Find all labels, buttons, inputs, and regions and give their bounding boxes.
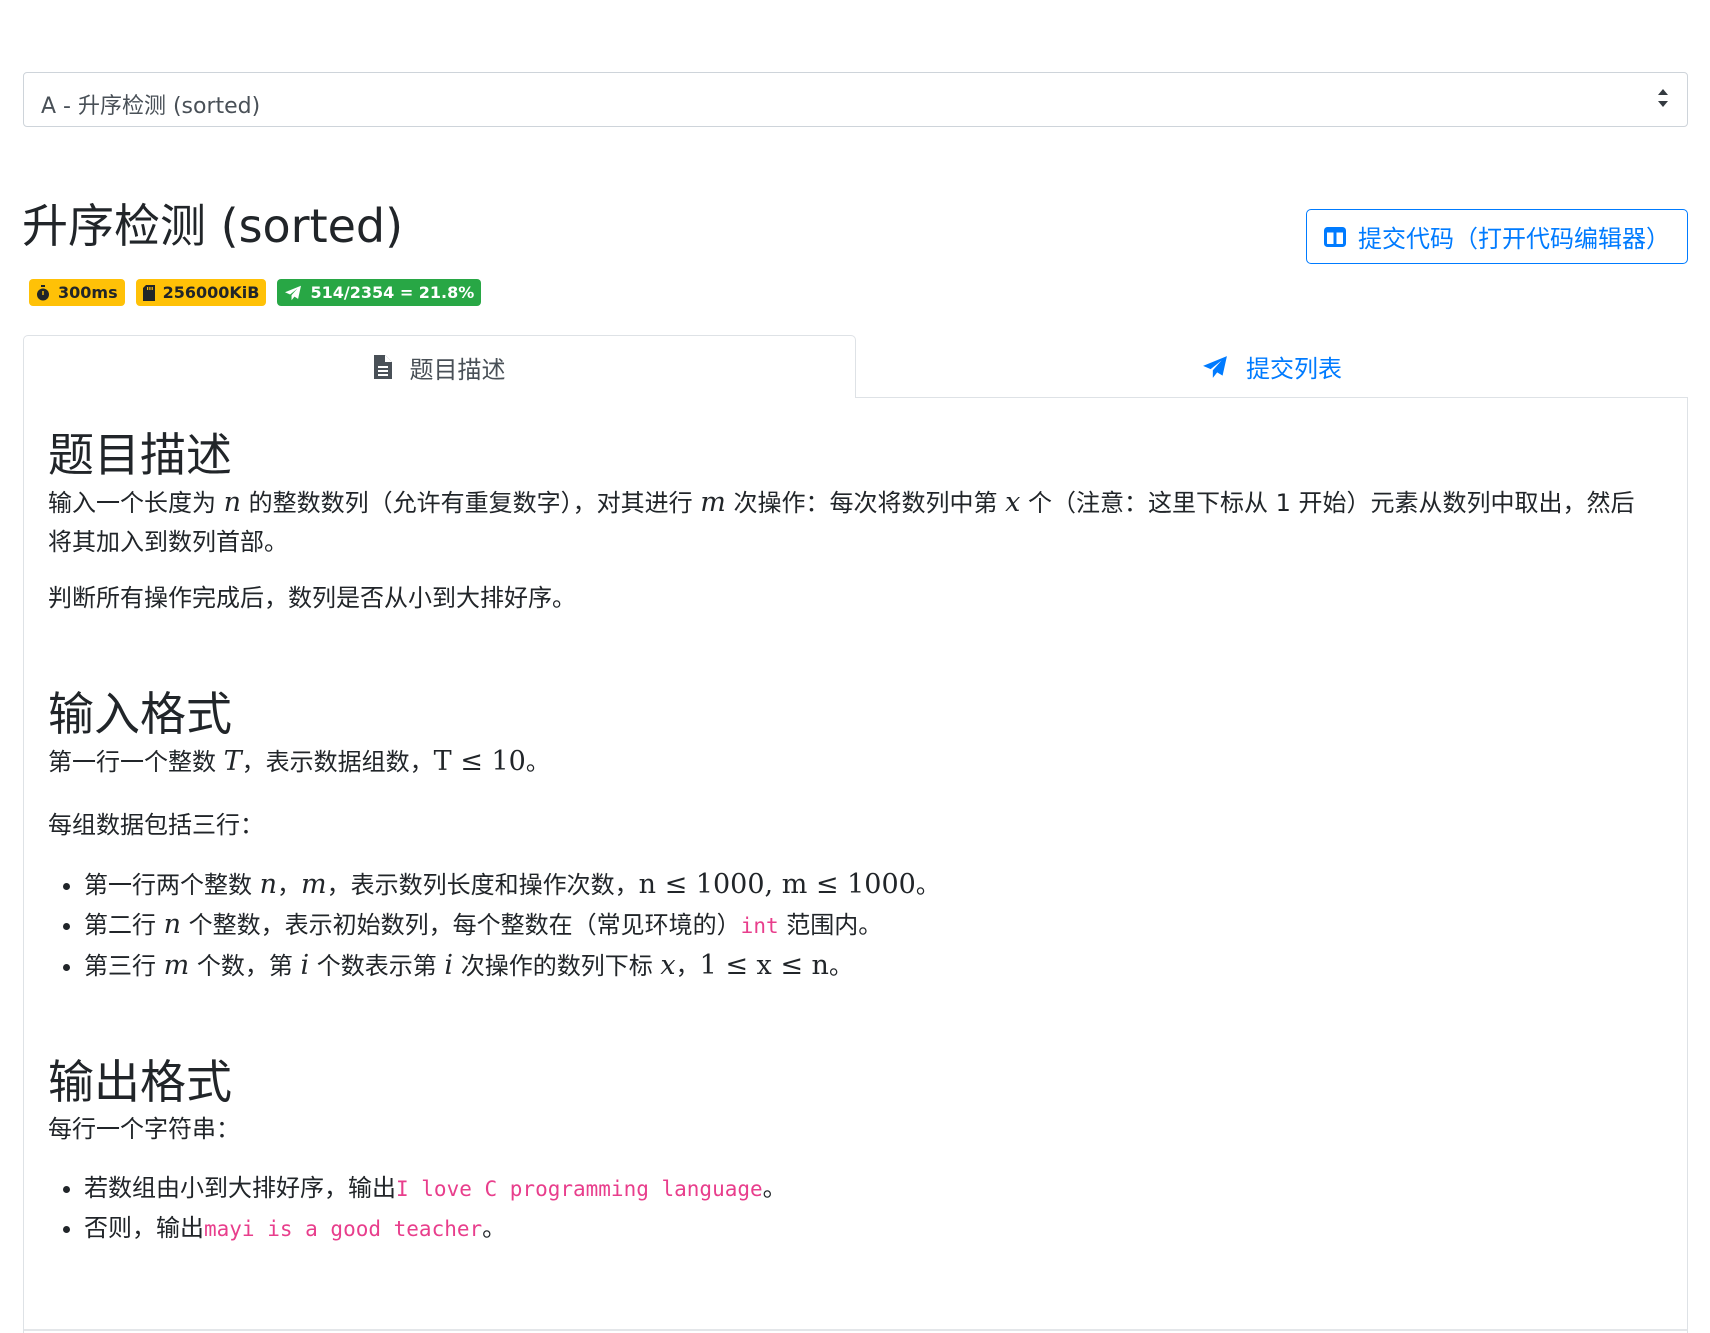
- output-format-list: 若数组由小到大排好序，输出I love C programming langua…: [48, 1169, 1658, 1249]
- text-segment: 第三行: [84, 952, 164, 980]
- list-item: 否则，输出mayi is a good teacher。: [84, 1209, 1658, 1249]
- math-var: n: [259, 869, 278, 900]
- columns-icon: [1324, 226, 1346, 247]
- tab-submissions[interactable]: 提交列表: [856, 335, 1688, 398]
- submit-code-label: 提交代码（打开代码编辑器）: [1358, 225, 1670, 253]
- description-paragraph-2: 判断所有操作完成后，数列是否从小到大排好序。: [48, 584, 576, 612]
- math-var: T: [223, 746, 242, 777]
- problem-select[interactable]: A - 升序检测 (sorted): [23, 72, 1688, 127]
- inline-code: mayi is a good teacher: [204, 1217, 483, 1241]
- math-expr: n ≤ 1000, m ≤ 1000: [638, 869, 916, 900]
- input-format-line-2: 每组数据包括三行：: [48, 811, 264, 839]
- math-var: i: [300, 950, 310, 981]
- memory-limit-text: 256000KiB: [162, 283, 260, 302]
- math-expr: T ≤ 10: [433, 746, 526, 777]
- list-item: 第一行两个整数 n，m，表示数列长度和操作次数，n ≤ 1000, m ≤ 10…: [84, 865, 1658, 905]
- text-segment: 。: [482, 1214, 507, 1242]
- text-segment: ，表示数据组数，: [241, 748, 434, 776]
- math-var: n: [223, 487, 242, 518]
- text-segment: 第一行一个整数: [48, 748, 224, 776]
- input-format-list: 第一行两个整数 n，m，表示数列长度和操作次数，n ≤ 1000, m ≤ 10…: [48, 865, 1658, 986]
- text-segment: 输入一个长度为: [48, 489, 224, 517]
- inline-code: int: [740, 914, 779, 938]
- input-format-heading: 输入格式: [48, 687, 232, 741]
- file-text-icon: [373, 355, 392, 379]
- acceptance-text: 514/2354 = 21.8%: [310, 283, 475, 302]
- list-item: 第二行 n 个整数，表示初始数列，每个整数在（常见环境的）int 范围内。: [84, 905, 1658, 946]
- problem-select-value: A - 升序检测 (sorted): [41, 94, 261, 119]
- output-format-line-1: 每行一个字符串：: [48, 1115, 240, 1143]
- submit-code-button[interactable]: 提交代码（打开代码编辑器）: [1306, 209, 1688, 264]
- math-var: m: [301, 869, 327, 900]
- math-var: x: [660, 950, 676, 981]
- text-segment: 个数表示第: [309, 952, 445, 980]
- text-segment: 第一行两个整数: [84, 871, 260, 899]
- math-var: m: [700, 487, 726, 518]
- page-title: 升序检测 (sorted): [22, 199, 404, 253]
- list-item: 若数组由小到大排好序，输出I love C programming langua…: [84, 1169, 1658, 1209]
- tab-description[interactable]: 题目描述: [23, 335, 856, 398]
- math-var: n: [163, 909, 182, 940]
- output-format-heading: 输出格式: [48, 1055, 232, 1109]
- text-segment: 。: [762, 1174, 787, 1202]
- description-heading: 题目描述: [48, 428, 232, 482]
- time-limit-text: 300ms: [58, 283, 118, 302]
- math-var: i: [444, 950, 454, 981]
- time-limit-badge: 300ms: [29, 279, 125, 306]
- math-expr: 1 ≤ x ≤ n: [699, 950, 829, 981]
- text-segment: 次操作的数列下标: [453, 952, 661, 980]
- inline-code: I love C programming language: [396, 1177, 763, 1201]
- tab-description-label: 题目描述: [409, 355, 506, 384]
- text-segment: 。: [915, 871, 940, 899]
- text-segment: ，表示数列长度和操作次数，: [326, 871, 639, 899]
- text-segment: 。: [828, 952, 853, 980]
- stopwatch-icon: [36, 284, 50, 301]
- tab-submissions-label: 提交列表: [1246, 355, 1342, 383]
- text-segment: 否则，输出: [84, 1214, 204, 1242]
- math-var: x: [1005, 487, 1021, 518]
- list-item: 第三行 m 个数，第 i 个数表示第 i 次操作的数列下标 x，1 ≤ x ≤ …: [84, 946, 1658, 986]
- select-arrows-icon: [1656, 86, 1670, 110]
- acceptance-badge: 514/2354 = 21.8%: [277, 279, 482, 306]
- text-segment: 。: [525, 748, 550, 776]
- text-segment: 个数，第: [189, 952, 301, 980]
- math-var: m: [163, 950, 190, 981]
- text-segment: 范围内。: [778, 911, 883, 939]
- memory-limit-badge: 256000KiB: [135, 279, 267, 306]
- problem-page: A - 升序检测 (sorted) 升序检测 (sorted) 提交代码（打开代…: [0, 0, 1710, 1333]
- problem-badges: 300ms 256000KiB 514/2354 = 21.8%: [29, 279, 482, 306]
- text-segment: 的整数数列（允许有重复数字），对其进行: [241, 489, 701, 517]
- memory-card-icon: [142, 284, 155, 301]
- paper-plane-icon: [284, 285, 302, 301]
- text-segment: ，: [675, 952, 700, 980]
- text-segment: ，: [277, 871, 302, 899]
- problem-statement: 题目描述 输入一个长度为 n 的整数数列（允许有重复数字），对其进行 m 次操作…: [48, 397, 1658, 1249]
- paper-plane-icon: [1202, 355, 1228, 379]
- text-segment: 若数组由小到大排好序，输出: [84, 1174, 396, 1202]
- input-format-line-1: 第一行一个整数 T，表示数据组数，T ≤ 10。: [48, 742, 1658, 782]
- text-segment: 次操作：每次将数列中第: [725, 489, 1006, 517]
- panel-bottom-divider: [24, 1329, 1687, 1331]
- description-paragraph-1: 输入一个长度为 n 的整数数列（允许有重复数字），对其进行 m 次操作：每次将数…: [48, 483, 1658, 562]
- text-segment: 第二行: [84, 911, 164, 939]
- problem-content-panel: 题目描述 输入一个长度为 n 的整数数列（允许有重复数字），对其进行 m 次操作…: [23, 397, 1688, 1333]
- problem-tabs: 题目描述 提交列表: [23, 335, 1688, 398]
- text-segment: 个整数，表示初始数列，每个整数在（常见环境的）: [181, 911, 741, 939]
